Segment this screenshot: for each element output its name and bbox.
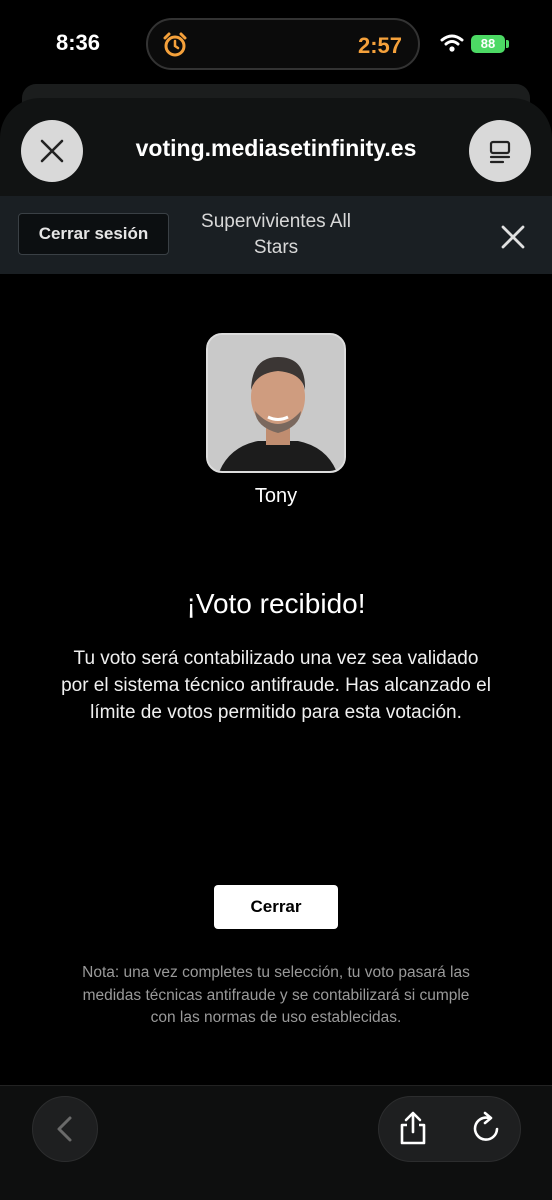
battery-indicator: 88 [471,35,505,53]
candidate-photo [208,335,344,471]
status-time: 8:36 [56,30,101,55]
close-icon [40,139,64,163]
candidate-name: Tony [254,485,298,507]
logout-button[interactable]: Cerrar sesión [18,213,169,255]
vote-message: Tu voto será contabilizado una vez sea v… [61,648,491,723]
status-bar: 8:36 2:57 88 [0,0,552,90]
page-topbar: Cerrar sesión Supervivientes All Stars [0,196,552,274]
vote-received-title: ¡Voto recibido! [186,588,366,619]
close-button[interactable]: Cerrar [214,885,338,929]
browser-header: voting.mediasetinfinity.es [0,98,552,196]
reader-menu-button[interactable] [469,120,531,182]
alarm-clock-icon [163,32,187,57]
close-sheet-button[interactable] [21,120,83,182]
back-button[interactable] [32,1096,98,1162]
battery-tip [506,40,509,48]
timer-readout: 2:57 [357,33,402,58]
chevron-left-icon [57,1116,72,1142]
share-icon[interactable] [396,1110,430,1146]
url-label[interactable]: voting.mediasetinfinity.es [100,135,452,162]
program-title: Supervivientes All Stars [201,211,351,258]
wifi-icon [440,34,464,52]
reader-menu-icon [489,140,511,164]
candidate-avatar [206,333,346,473]
dynamic-island[interactable]: 2:57 [146,18,420,70]
antifraud-note: Nota: una vez completes tu selección, tu… [82,964,470,1026]
reload-icon[interactable] [470,1110,504,1146]
close-icon[interactable] [500,224,526,250]
